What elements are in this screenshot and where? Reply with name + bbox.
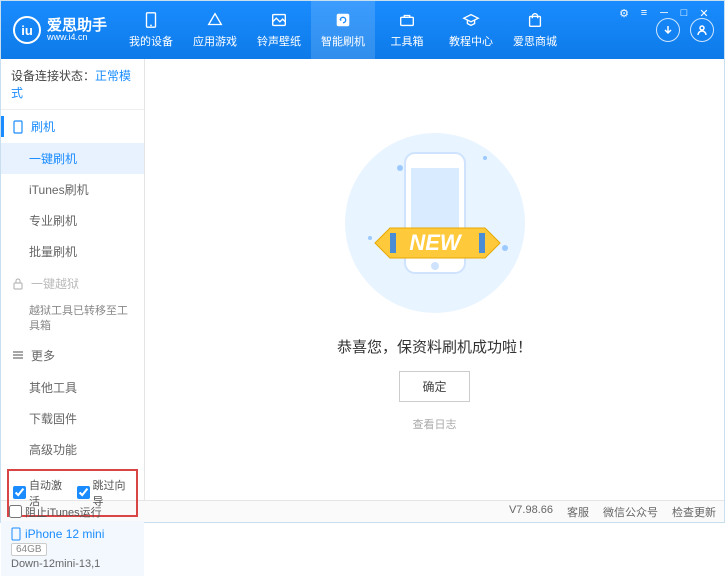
maximize-icon[interactable]: □ (677, 6, 691, 20)
section-more[interactable]: 更多 (1, 339, 144, 372)
ok-button[interactable]: 确定 (399, 371, 469, 402)
content-area: NEW 恭喜您，保资料刷机成功啦！ 确定 查看日志 (145, 59, 724, 500)
apps-icon (205, 11, 225, 29)
brand-subtitle: www.i4.cn (47, 33, 107, 42)
refresh-icon (333, 11, 353, 29)
check-update-link[interactable]: 检查更新 (672, 504, 716, 520)
nav-label: 铃声壁纸 (257, 33, 301, 49)
active-indicator (1, 116, 4, 137)
sidebar-item-other-tools[interactable]: 其他工具 (1, 372, 144, 403)
close-icon[interactable]: ✕ (697, 6, 711, 20)
minimize-icon[interactable]: ─ (657, 6, 671, 20)
sidebar-item-batch-flash[interactable]: 批量刷机 (1, 236, 144, 267)
nav-label: 应用游戏 (193, 33, 237, 49)
sidebar: 设备连接状态：正常模式 刷机 一键刷机 iTunes刷机 专业刷机 批量刷机 一… (1, 59, 145, 500)
nav-label: 工具箱 (391, 33, 424, 49)
sidebar-item-download-fw[interactable]: 下载固件 (1, 403, 144, 434)
phone-icon (11, 527, 21, 541)
connection-status: 设备连接状态：正常模式 (1, 59, 144, 110)
nav-toolbox[interactable]: 工具箱 (375, 1, 439, 59)
sidebar-item-pro-flash[interactable]: 专业刷机 (1, 205, 144, 236)
device-block[interactable]: iPhone 12 mini 64GB Down-12mini-13,1 (1, 521, 144, 576)
device-name: iPhone 12 mini (11, 527, 134, 541)
section-label: 一键越狱 (31, 275, 79, 292)
main-area: 设备连接状态：正常模式 刷机 一键刷机 iTunes刷机 专业刷机 批量刷机 一… (1, 59, 724, 500)
brand-logo-icon: iu (13, 16, 41, 44)
nav-smart-flash[interactable]: 智能刷机 (311, 1, 375, 59)
nav-tutorials[interactable]: 教程中心 (439, 1, 503, 59)
support-link[interactable]: 客服 (567, 504, 589, 520)
version-text: V7.98.66 (509, 504, 553, 520)
status-label: 设备连接状态： (11, 69, 95, 83)
sidebar-item-itunes-flash[interactable]: iTunes刷机 (1, 174, 144, 205)
nav-store[interactable]: 爱思商城 (503, 1, 567, 59)
nav-my-device[interactable]: 我的设备 (119, 1, 183, 59)
store-icon (525, 11, 545, 29)
checkbox-block-itunes[interactable]: 阻止iTunes运行 (9, 504, 102, 520)
firmware-text: Down-12mini-13,1 (11, 558, 134, 570)
titlebar: iu 爱思助手 www.i4.cn 我的设备 应用游戏 铃声壁纸 智能刷机 工具… (1, 1, 724, 59)
brand: iu 爱思助手 www.i4.cn (1, 1, 119, 59)
menu-icon[interactable]: ≡ (637, 6, 651, 20)
nav-label: 爱思商城 (513, 33, 557, 49)
success-message: 恭喜您，保资料刷机成功啦！ (337, 336, 532, 357)
sidebar-item-oneclick-flash[interactable]: 一键刷机 (1, 143, 144, 174)
phone-icon (141, 11, 161, 29)
hamburger-icon (11, 348, 25, 362)
sidebar-item-advanced[interactable]: 高级功能 (1, 434, 144, 465)
nav-label: 智能刷机 (321, 33, 365, 49)
section-label: 刷机 (31, 118, 55, 135)
wechat-link[interactable]: 微信公众号 (603, 504, 658, 520)
window-controls: ⚙ ≡ ─ □ ✕ (609, 2, 719, 24)
phone-icon (11, 120, 25, 134)
jailbreak-notice: 越狱工具已转移至工具箱 (29, 304, 134, 335)
section-label: 更多 (31, 347, 55, 364)
section-jailbreak: 一键越狱 (1, 267, 144, 300)
toolbox-icon (397, 11, 417, 29)
brand-title: 爱思助手 (47, 18, 107, 33)
success-illustration: NEW (335, 128, 535, 318)
main-nav: 我的设备 应用游戏 铃声壁纸 智能刷机 工具箱 教程中心 爱思商城 (119, 1, 656, 59)
graduation-icon (461, 11, 481, 29)
nav-label: 我的设备 (129, 33, 173, 49)
nav-label: 教程中心 (449, 33, 493, 49)
lock-icon (11, 277, 25, 291)
section-flash[interactable]: 刷机 (1, 110, 144, 143)
titlebar-right: ⚙ ≡ ─ □ ✕ (656, 1, 724, 59)
storage-badge: 64GB (11, 543, 47, 556)
new-banner-text: NEW (409, 230, 463, 255)
settings-icon[interactable]: ⚙ (617, 6, 631, 20)
view-log-link[interactable]: 查看日志 (413, 416, 457, 432)
nav-apps-games[interactable]: 应用游戏 (183, 1, 247, 59)
wallpaper-icon (269, 11, 289, 29)
nav-ringtones[interactable]: 铃声壁纸 (247, 1, 311, 59)
